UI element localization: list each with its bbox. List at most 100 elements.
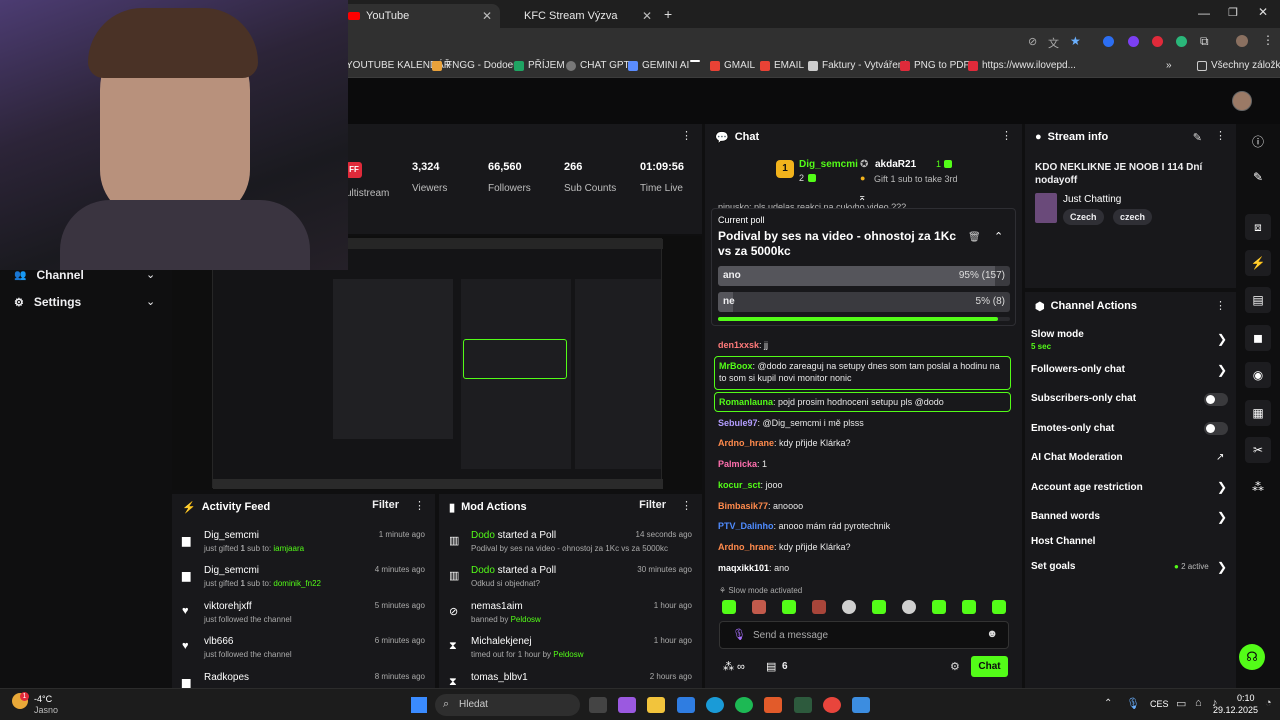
notepad-icon[interactable]	[852, 697, 870, 713]
edge-icon[interactable]	[706, 697, 724, 713]
sidebar-item-settings[interactable]: ⚙ Settings	[14, 295, 81, 309]
excel-icon[interactable]	[794, 697, 812, 713]
action-set-goals[interactable]: Set goals	[1031, 561, 1075, 572]
user-name[interactable]: viktorehjxff	[204, 601, 252, 612]
microphone-icon[interactable]: 🎙	[732, 628, 746, 641]
filter-button[interactable]: Filter	[639, 499, 666, 511]
bookmark[interactable]: FNGG - Dodoeu	[432, 60, 519, 71]
list-item[interactable]: ▆ Radkopes 8 minutes ago	[182, 670, 425, 688]
emote-icon[interactable]	[752, 600, 766, 614]
target-user[interactable]: dominik_fn22	[273, 579, 321, 588]
chevron-right-icon[interactable]: ❯	[1217, 363, 1227, 377]
list-item[interactable]: ▆ Dig_semcmi just gifted 1 sub to: iamja…	[182, 528, 425, 562]
kebab-menu-icon[interactable]: ⋮	[1215, 131, 1226, 142]
emote-icon[interactable]	[932, 600, 946, 614]
chat-username[interactable]: Sebule97	[718, 418, 758, 428]
bookmark[interactable]: EMAIL	[760, 60, 804, 71]
chrome-icon[interactable]	[823, 697, 841, 713]
stream-preview[interactable]	[172, 236, 702, 490]
user-name[interactable]: nemas1aim	[471, 601, 523, 612]
gear-icon[interactable]: ⚙	[950, 660, 960, 673]
profile-avatar[interactable]	[1236, 35, 1248, 47]
action-host-channel[interactable]: Host Channel	[1031, 536, 1095, 547]
list-item[interactable]: ▥ Dodo started a Poll Odkud si objednat?…	[449, 563, 692, 597]
puzzle-icon[interactable]: ⧉	[1200, 34, 1209, 49]
send-chat-button[interactable]: Chat	[971, 656, 1008, 677]
chat-username[interactable]: Ardno_hrane	[718, 542, 774, 552]
eye-off-icon[interactable]: ⊘	[1028, 35, 1037, 48]
user-name[interactable]: Dig_semcmi	[204, 565, 259, 576]
pencil-icon[interactable]: ✎	[1245, 164, 1271, 190]
bookmark[interactable]: PŘÍJEM	[514, 60, 565, 71]
bookmark[interactable]: https://www.ilovepd...	[968, 60, 1076, 71]
app-icon[interactable]	[764, 697, 782, 713]
kebab-menu-icon[interactable]: ⋮	[681, 501, 692, 512]
emote-icon[interactable]	[842, 600, 856, 614]
chevron-up-icon[interactable]: ⌃	[994, 230, 1003, 243]
list-item[interactable]: ⧗ Michalekjenej timed out for 1 hour by …	[449, 634, 692, 668]
support-icon[interactable]: ☊	[1239, 644, 1265, 670]
outlook-icon[interactable]	[677, 697, 695, 713]
chevron-down-icon[interactable]: ⌄	[146, 295, 155, 308]
category-thumbnail[interactable]	[1035, 193, 1057, 223]
action-slow-mode[interactable]: Slow mode	[1031, 329, 1084, 340]
emote-icon[interactable]	[902, 600, 916, 614]
apps-icon[interactable]: ⁂	[1245, 474, 1271, 500]
kebab-menu-icon[interactable]: ⋮	[1001, 131, 1012, 142]
info-icon[interactable]: ⓘ	[1245, 128, 1271, 154]
close-window-icon[interactable]: ✕	[1258, 5, 1268, 19]
extension-icon[interactable]	[1128, 36, 1139, 47]
wrench-icon[interactable]: ✂	[1245, 437, 1271, 463]
trash-icon[interactable]: 🗑	[968, 232, 981, 243]
new-tab-icon[interactable]: +	[664, 6, 672, 22]
sidebar-item-channel[interactable]: 👥 Channel	[14, 268, 84, 282]
broadcast-icon[interactable]: ◉	[1245, 362, 1271, 388]
chat-username[interactable]: den1xxsk	[718, 340, 759, 350]
chat-username[interactable]: maqxikk101	[718, 563, 769, 573]
list-item[interactable]: ♥ viktorehjxff just followed the channel…	[182, 599, 425, 633]
bookmark[interactable]: GEMINI AI	[628, 60, 689, 71]
list-item[interactable]: ▥ Dodo started a Poll Podival by ses na …	[449, 528, 692, 562]
user-name[interactable]: Dodo	[471, 565, 495, 576]
taskbar-search[interactable]: ⌕ Hledat	[435, 694, 580, 716]
infinity-points-icon[interactable]: ⁂ ∞	[723, 660, 745, 673]
poll-option[interactable]: ano 95% (157)	[718, 266, 1010, 286]
action-followers-only[interactable]: Followers-only chat	[1031, 364, 1125, 375]
list-item[interactable]: ♥ vlb666 just followed the channel 6 min…	[182, 634, 425, 668]
translate-icon[interactable]: 文	[1048, 35, 1059, 51]
user-name[interactable]: Radkopes	[204, 672, 249, 683]
emote-icon[interactable]	[872, 600, 886, 614]
gift-box-icon[interactable]: ▤	[766, 660, 776, 673]
chat-username[interactable]: MrBoox	[719, 361, 753, 371]
queue-icon[interactable]: ▦	[1245, 400, 1271, 426]
user-name[interactable]: Dig_semcmi	[204, 530, 259, 541]
user-name[interactable]: tomas_blbv1	[471, 672, 528, 683]
external-link-icon[interactable]: ↗	[1216, 452, 1224, 463]
list-item[interactable]: ▆ Dig_semcmi just gifted 1 sub to: domin…	[182, 563, 425, 597]
chat-input[interactable]: 🎙 Send a message ☻	[719, 621, 1009, 649]
extension-icon[interactable]	[1152, 36, 1163, 47]
chevron-right-icon[interactable]: ❯	[1217, 480, 1227, 494]
spotify-icon[interactable]	[735, 697, 753, 713]
kebab-menu-icon[interactable]: ⋮	[414, 501, 425, 512]
chat-username[interactable]: PTV_Dalinho	[718, 521, 774, 531]
emote-icon[interactable]	[992, 600, 1006, 614]
chevron-right-icon[interactable]: ❯	[1217, 332, 1227, 346]
more-bookmarks[interactable]: »	[1166, 60, 1172, 71]
windows-start-icon[interactable]	[411, 697, 427, 713]
tag-chip[interactable]: czech	[1113, 209, 1153, 225]
tab-kfc[interactable]: KFC Stream Výzva ✕	[516, 4, 660, 28]
second-gifter-name[interactable]: akdaR21	[875, 159, 916, 170]
clock-time[interactable]: 0:10	[1237, 693, 1255, 703]
tag-chip[interactable]: Czech	[1063, 209, 1104, 225]
subscribers-only-toggle[interactable]	[1204, 393, 1228, 406]
action-account-age[interactable]: Account age restriction	[1031, 482, 1143, 493]
emote-icon[interactable]	[962, 600, 976, 614]
multistream-icon[interactable]: ⧈	[1245, 214, 1271, 240]
close-tab-icon[interactable]: ✕	[642, 9, 652, 23]
chat-username[interactable]: Palmicka	[718, 459, 757, 469]
microphone-icon[interactable]: 🎙	[1126, 697, 1140, 710]
list-item[interactable]: ⧗ tomas_blbv1 2 hours ago	[449, 670, 692, 688]
folder-icon[interactable]	[647, 697, 665, 713]
file-explorer-icon[interactable]	[589, 697, 607, 713]
